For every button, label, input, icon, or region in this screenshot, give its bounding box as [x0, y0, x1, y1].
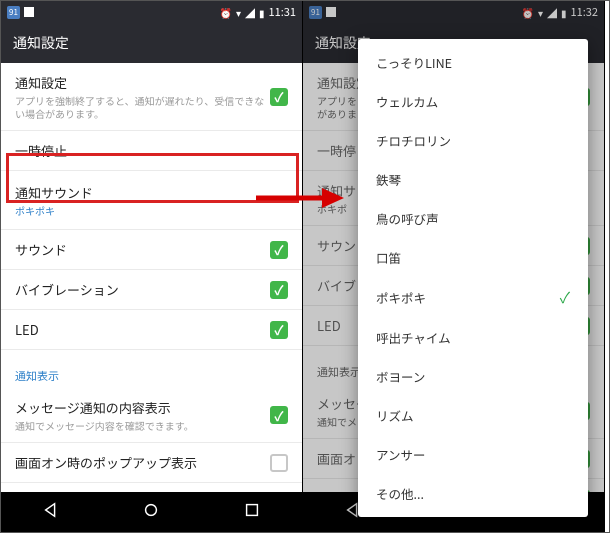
- clock: 11:31: [269, 4, 296, 20]
- checkbox-unchecked[interactable]: [270, 454, 288, 472]
- header: 通知設定: [1, 23, 302, 63]
- popup-item[interactable]: チロチロリン: [358, 121, 588, 160]
- gallery-icon: [24, 7, 34, 17]
- battery-icon: ▮: [259, 5, 265, 20]
- popup-item[interactable]: リズム: [358, 396, 588, 435]
- popup-item[interactable]: 鉄琴: [358, 160, 588, 199]
- page-title: 通知設定: [13, 33, 69, 53]
- back-button[interactable]: [42, 500, 60, 524]
- sound-picker-popup: こっそりLINE ウェルカム チロチロリン 鉄琴 鳥の呼び声 口笛 ポキポキ✓ …: [358, 39, 588, 517]
- popup-item[interactable]: ウェルカム: [358, 82, 588, 121]
- row-led[interactable]: LED: [1, 310, 302, 350]
- signal-icon: ◢: [245, 5, 255, 20]
- label: 通知サウンド: [15, 183, 288, 202]
- popup-item[interactable]: 呼出チャイム: [358, 318, 588, 357]
- popup-item-selected[interactable]: ポキポキ✓: [358, 277, 588, 318]
- notification-badge: 91: [7, 6, 20, 19]
- wifi-icon: ▾: [236, 5, 241, 20]
- annotation-arrow-icon: [254, 187, 344, 209]
- sound-value: ポキポキ: [15, 204, 288, 217]
- label: 一時停止: [15, 141, 288, 160]
- popup-item[interactable]: アンサー: [358, 435, 588, 474]
- popup-item[interactable]: 鳥の呼び声: [358, 199, 588, 238]
- settings-list: 通知設定 アプリを強制終了すると、通知が遅れたり、受信できない場合があります。 …: [1, 63, 302, 523]
- checkbox-checked[interactable]: [270, 406, 288, 424]
- row-popup-screen-on[interactable]: 画面オン時のポップアップ表示: [1, 443, 302, 483]
- row-pause[interactable]: 一時停止: [1, 131, 302, 171]
- sublabel: アプリを強制終了すると、通知が遅れたり、受信できない場合があります。: [15, 94, 270, 120]
- row-notification[interactable]: 通知設定 アプリを強制終了すると、通知が遅れたり、受信できない場合があります。: [1, 63, 302, 131]
- label: メッセージ通知の内容表示: [15, 398, 270, 417]
- label: LED: [15, 320, 270, 339]
- alarm-icon: ⏰: [220, 5, 232, 20]
- status-bar: 91 ⏰ ▾ ◢ ▮ 11:31: [1, 1, 302, 23]
- row-sound[interactable]: サウンド: [1, 230, 302, 270]
- checkbox-checked[interactable]: [270, 281, 288, 299]
- sublabel: 通知でメッセージ内容を確認できます。: [15, 419, 270, 432]
- right-screenshot: 91 ⏰ ▾ ◢ ▮ 11:32 通知設定 通知設定 アプリをがありま: [303, 1, 605, 532]
- popup-item[interactable]: こっそりLINE: [358, 43, 588, 82]
- label: バイブレーション: [15, 280, 270, 299]
- popup-item-other[interactable]: その他...: [358, 474, 588, 513]
- left-screenshot: 91 ⏰ ▾ ◢ ▮ 11:31 通知設定 通知設定 アプリを強制終了すると、通…: [1, 1, 303, 532]
- checkbox-checked[interactable]: [270, 88, 288, 106]
- checkbox-checked[interactable]: [270, 321, 288, 339]
- section-header: 通知表示: [1, 350, 302, 388]
- row-vibration[interactable]: バイブレーション: [1, 270, 302, 310]
- nav-bar: [1, 492, 302, 532]
- checkbox-checked[interactable]: [270, 241, 288, 259]
- check-icon: ✓: [560, 287, 570, 308]
- recent-button[interactable]: [243, 500, 261, 524]
- label: サウンド: [15, 240, 270, 259]
- popup-item[interactable]: 口笛: [358, 238, 588, 277]
- row-message-content[interactable]: メッセージ通知の内容表示 通知でメッセージ内容を確認できます。: [1, 388, 302, 443]
- label: 画面オン時のポップアップ表示: [15, 453, 270, 472]
- popup-item[interactable]: ボヨーン: [358, 357, 588, 396]
- home-button[interactable]: [142, 500, 160, 524]
- label: 通知設定: [15, 73, 270, 92]
